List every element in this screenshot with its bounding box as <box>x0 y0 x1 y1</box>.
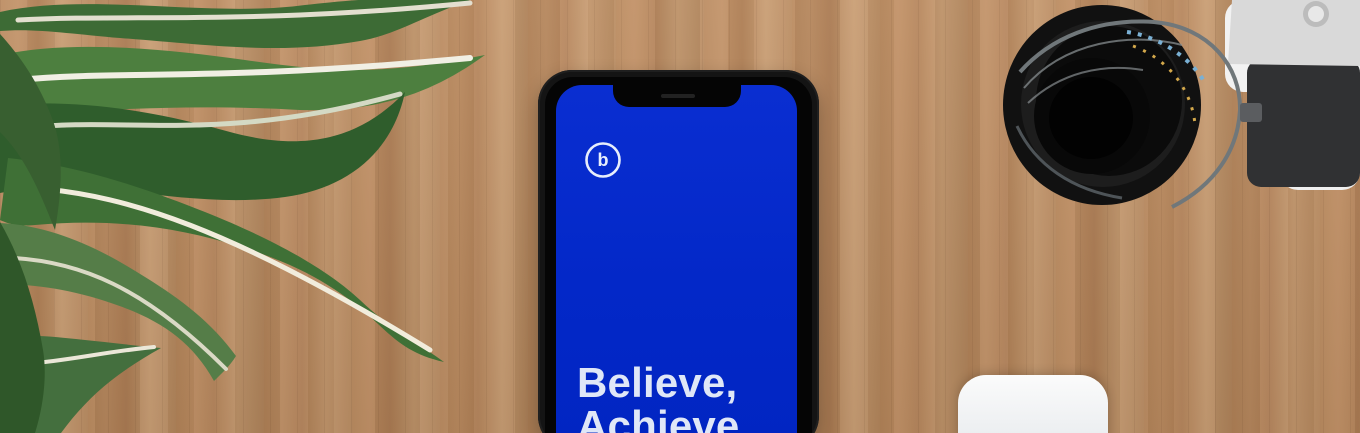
desk-scene: b Believe, Achieve <box>0 0 1360 433</box>
brand-logo-icon: b <box>585 142 621 178</box>
earbuds-case-icon <box>958 375 1108 433</box>
smartphone: b Believe, Achieve <box>538 70 819 433</box>
tagline-line-1: Believe, <box>577 359 738 406</box>
plant-icon <box>0 0 500 433</box>
camera-icon <box>990 0 1360 230</box>
brand-logo-letter: b <box>598 150 609 170</box>
tagline-text: Believe, Achieve <box>577 361 797 433</box>
tagline-line-2: Achieve <box>577 402 740 433</box>
phone-notch <box>613 85 741 107</box>
phone-screen: b Believe, Achieve <box>556 85 797 433</box>
